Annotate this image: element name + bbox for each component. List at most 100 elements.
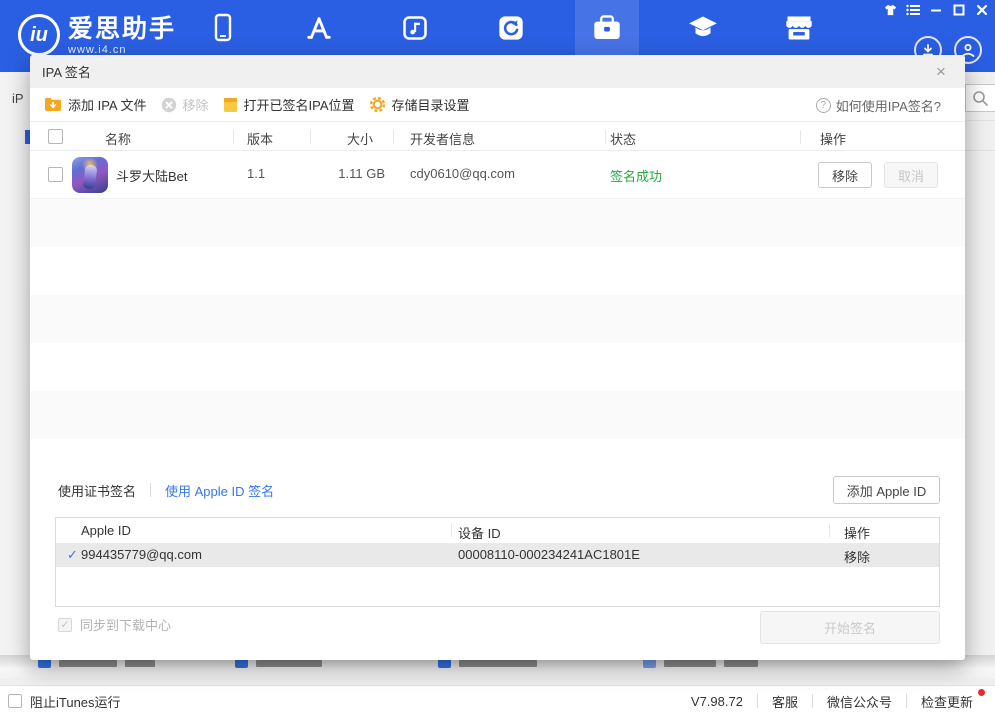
appleid-remove-link[interactable]: 移除 [844,547,870,566]
gear-icon [369,96,386,113]
appleid-table: Apple ID 设备 ID 操作 ✓ 994435779@qq.com 000… [55,517,940,607]
refresh-icon [497,14,525,42]
dialog-titlebar: IPA 签名 × [30,55,965,88]
partial-sidebar-text: iP [12,91,24,106]
col-apple-id: Apple ID [81,523,131,538]
divider [605,130,606,144]
open-signed-location-button[interactable]: 打开已签名IPA位置 [223,95,355,114]
divider [965,150,995,151]
row-remove-button[interactable]: 移除 [818,162,872,188]
block-itunes-checkbox[interactable] [8,694,22,708]
open-signed-location-label: 打开已签名IPA位置 [244,95,355,114]
device-id-value: 00008110-000234241AC1801E [458,547,640,562]
col-device-id: 设备 ID [458,523,501,542]
sync-checkbox[interactable]: ✓ [58,618,72,632]
help-icon: ? [816,98,831,113]
add-apple-id-button[interactable]: 添加 Apple ID [833,476,940,504]
version-label: V7.98.72 [691,694,743,709]
sync-label: 同步到下载中心 [80,615,171,634]
search-input[interactable] [965,84,995,112]
graduation-cap-icon [688,14,718,42]
divider [310,130,311,144]
check-update-link[interactable]: 检查更新 [921,692,973,711]
tab-appleid-sign[interactable]: 使用 Apple ID 签名 [165,481,274,500]
dialog-close-icon[interactable]: × [927,55,955,88]
remove-ipa-button[interactable]: 移除 [161,95,209,114]
tab-store[interactable] [782,11,816,45]
divider [965,120,995,121]
storage-settings-button[interactable]: 存储目录设置 [369,95,470,114]
search-icon [972,90,989,107]
divider [812,694,813,708]
appstore-icon [305,14,333,42]
close-icon[interactable] [975,3,989,17]
appleid-table-header: Apple ID 设备 ID 操作 [56,518,939,543]
divider [906,694,907,708]
dialog-toolbar: 添加 IPA 文件 移除 打开已签名IPA位置 存储目录设置 [30,88,965,122]
ipa-table-header: 名称 版本 大小 开发者信息 状态 操作 [30,123,965,151]
app-window: iu 爱思助手 www.i4.cn [0,0,995,715]
col-version: 版本 [247,129,273,148]
add-ipa-button[interactable]: 添加 IPA 文件 [44,95,147,114]
divider [757,694,758,708]
maximize-icon[interactable] [952,3,966,17]
selected-check-icon: ✓ [67,547,78,563]
tab-cert-sign[interactable]: 使用证书签名 [58,481,136,500]
remove-ipa-label: 移除 [183,95,209,114]
app-version: 1.1 [247,166,265,181]
tab-toolbox[interactable] [590,11,624,45]
status-badge: 签名成功 [610,166,662,185]
start-sign-button[interactable]: 开始签名 [760,611,940,644]
col-name: 名称 [105,129,131,148]
appleid-row[interactable]: ✓ 994435779@qq.com 00008110-000234241AC1… [56,543,939,567]
help-link[interactable]: ? 如何使用IPA签名? [816,88,941,122]
background-right-strip [965,72,995,672]
status-bar: 阻止iTunes运行 V7.98.72 客服 微信公众号 检查更新 [0,685,995,715]
background-left-strip: iP [0,72,30,672]
divider [233,130,234,144]
phone-icon [210,13,236,43]
col-action: 操作 [844,523,870,542]
tab-appstore[interactable] [302,11,336,45]
add-ipa-label: 添加 IPA 文件 [68,95,147,114]
tab-flash[interactable] [494,11,528,45]
row-checkbox[interactable] [48,167,63,182]
wechat-link[interactable]: 微信公众号 [827,692,892,711]
col-actions: 操作 [820,129,846,148]
add-ipa-folder-icon [44,97,62,112]
theme-icon[interactable] [883,3,897,17]
tab-education[interactable] [686,11,720,45]
tab-media[interactable] [398,11,432,45]
remove-circle-icon [161,97,177,113]
apple-id-value: 994435779@qq.com [81,547,202,562]
tab-device[interactable] [206,11,240,45]
dialog-title: IPA 签名 [42,62,91,81]
select-all-checkbox[interactable] [48,129,63,144]
storage-settings-label: 存储目录设置 [392,95,470,114]
toolbox-icon [592,14,622,42]
divider [800,130,801,144]
block-itunes-label: 阻止iTunes运行 [30,692,121,711]
developer-info: cdy0610@qq.com [410,166,515,181]
sign-method-tabs: 使用证书签名 使用 Apple ID 签名 [58,480,274,500]
minimize-icon[interactable] [929,3,943,17]
menu-icon[interactable] [906,3,920,17]
row-cancel-button[interactable]: 取消 [884,162,938,188]
update-notification-dot [978,689,985,696]
divider [829,523,830,537]
divider [150,483,151,497]
col-developer: 开发者信息 [410,129,475,148]
divider [393,130,394,144]
help-label: 如何使用IPA签名? [836,96,941,115]
ipa-table-row[interactable]: 斗罗大陆Bet 1.1 1.11 GB cdy0610@qq.com 签名成功 … [30,151,965,199]
ipa-sign-dialog: IPA 签名 × 添加 IPA 文件 移除 打开已签名IPA位置 [30,55,965,660]
window-controls [883,3,989,17]
app-name: 斗罗大陆Bet [116,166,188,185]
support-link[interactable]: 客服 [772,692,798,711]
shop-icon [784,14,814,42]
app-size: 1.11 GB [295,166,385,181]
app-icon [72,157,108,193]
sync-download-option: ✓ 同步到下载中心 [58,615,171,634]
signed-folder-icon [223,97,238,113]
divider [451,523,452,537]
